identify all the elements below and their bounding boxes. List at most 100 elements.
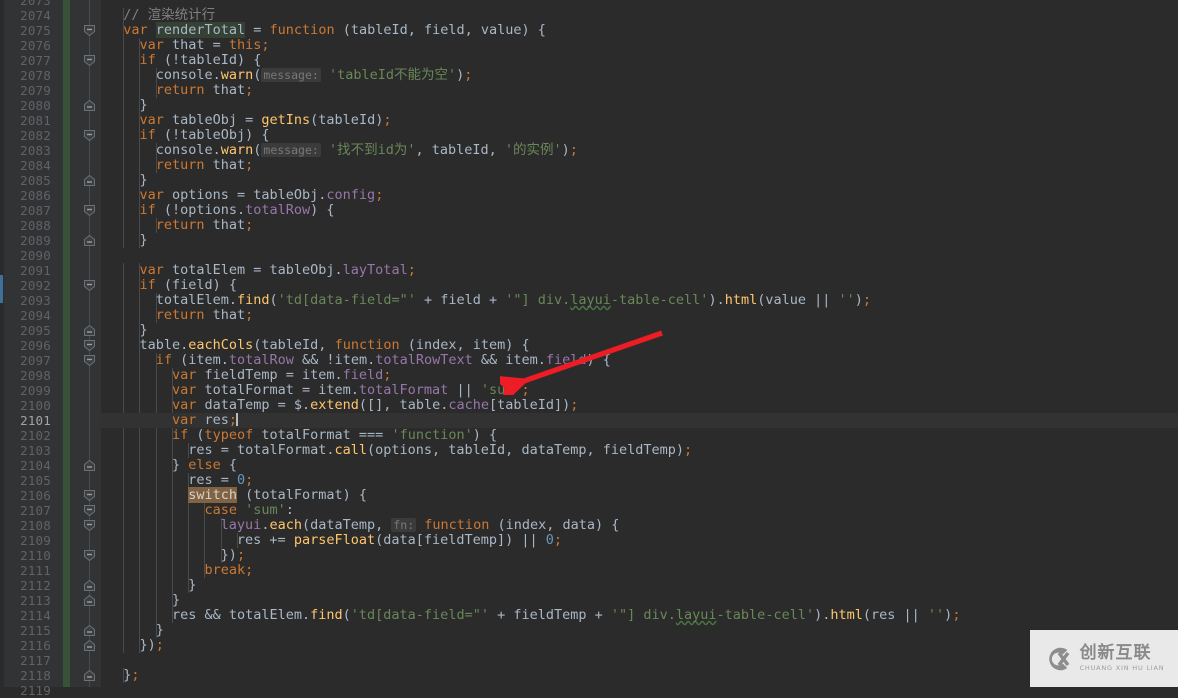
fold-marker[interactable] (82, 23, 97, 38)
code-line[interactable]: return that; (101, 83, 1178, 98)
fold-marker[interactable] (82, 353, 97, 368)
code-editor[interactable]: 2073 2074 2075 2076 2077 2078 2079 2080 2081 2082… (0, 0, 1178, 698)
code-line[interactable]: var that = this; (101, 38, 1178, 53)
code-line[interactable]: return that; (101, 308, 1178, 323)
code-line[interactable]: totalElem.find('td[data-field="' + field… (101, 293, 1178, 308)
code-line[interactable]: res += parseFloat(data[fieldTemp]) || 0; (101, 533, 1178, 548)
code-token: var (171, 397, 205, 413)
code-line[interactable]: layui.each(dataTemp, fn: function (index… (101, 518, 1178, 533)
code-token: return (155, 82, 205, 98)
code-line[interactable]: } else { (101, 458, 1178, 473)
code-line[interactable]: if (!options.totalRow) { (101, 203, 1178, 218)
fold-marker[interactable] (82, 578, 97, 593)
code-token: var (139, 187, 172, 203)
fold-marker[interactable] (82, 233, 97, 248)
fold-marker[interactable] (82, 278, 97, 293)
line-number: 2103 (20, 443, 51, 458)
code-line[interactable]: } (101, 623, 1178, 638)
code-line[interactable]: case 'sum': (101, 503, 1178, 518)
code-line[interactable]: if (item.totalRow && !item.totalRowText … (101, 353, 1178, 368)
code-line[interactable]: console.warn(message: 'tableId不能为空'); (101, 68, 1178, 83)
code-line[interactable]: var renderTotal = function (tableId, fie… (101, 22, 1178, 38)
code-token: var (139, 112, 172, 128)
code-token: fn: (391, 518, 417, 532)
code-line[interactable]: if (!tableObj) { (101, 128, 1178, 143)
code-token: }) (139, 637, 156, 653)
code-token: extend (310, 397, 359, 413)
code-token: (tableId, (253, 337, 335, 353)
code-line[interactable]: if (!tableId) { (101, 53, 1178, 68)
fold-marker[interactable] (82, 488, 97, 503)
code-line[interactable]: } (101, 98, 1178, 113)
code-token: else (188, 457, 221, 473)
fold-marker[interactable] (82, 458, 97, 473)
code-line[interactable] (101, 653, 1178, 668)
code-token: return (155, 157, 205, 173)
code-token: html (830, 607, 863, 623)
code-token: that (204, 82, 246, 98)
code-line[interactable] (101, 248, 1178, 263)
code-token: && !item. (293, 352, 376, 368)
code-line[interactable]: } (101, 578, 1178, 593)
fold-marker[interactable] (82, 203, 97, 218)
fold-marker[interactable] (82, 503, 97, 518)
code-token: totalFormat = item. (204, 382, 359, 398)
fold-marker[interactable] (82, 668, 97, 683)
code-token: (index, item) { (399, 337, 530, 353)
fold-marker[interactable] (82, 128, 97, 143)
line-number: 2087 (20, 203, 51, 218)
code-token: (field) { (155, 277, 238, 293)
fold-marker[interactable] (82, 98, 97, 113)
code-line[interactable]: }); (101, 638, 1178, 653)
editor-gutter[interactable]: 2073 2074 2075 2076 2077 2078 2079 2080 2081 2082… (0, 0, 117, 698)
code-token: 'td[data-field="' (277, 292, 416, 308)
code-line[interactable]: // 渲染统计行 (101, 8, 1178, 23)
line-number: 2111 (20, 563, 51, 578)
code-line[interactable]: console.warn(message: '找不到id为', tableId,… (101, 143, 1178, 158)
code-line[interactable]: var totalFormat = item.totalFormat || 's… (101, 383, 1178, 398)
code-token: ) (561, 142, 570, 158)
code-token: layui (675, 607, 717, 623)
code-line[interactable]: switch (totalFormat) { (101, 487, 1178, 503)
code-line[interactable] (101, 683, 1178, 687)
code-line[interactable]: if (typeof totalFormat === 'function') { (101, 428, 1178, 443)
code-token: } (171, 592, 181, 608)
fold-marker[interactable] (82, 323, 97, 338)
code-line[interactable]: break; (101, 563, 1178, 578)
code-line[interactable]: }); (101, 548, 1178, 563)
fold-marker[interactable] (82, 518, 97, 533)
code-line[interactable]: res && totalElem.find('td[data-field="' … (101, 608, 1178, 623)
code-viewport[interactable]: // 渲染统计行 var renderTotal = function (tabl… (101, 0, 1178, 687)
code-line[interactable]: }; (101, 668, 1178, 683)
code-line[interactable]: var totalElem = tableObj.layTotal; (101, 263, 1178, 278)
code-token: '' (838, 292, 855, 308)
code-line[interactable]: } (101, 323, 1178, 338)
fold-marker[interactable] (82, 548, 97, 563)
fold-marker[interactable] (82, 173, 97, 188)
code-line[interactable]: if (field) { (101, 278, 1178, 293)
code-token: (!tableObj) { (155, 127, 270, 143)
fold-marker[interactable] (82, 638, 97, 653)
code-line[interactable]: table.eachCols(tableId, function (index,… (101, 338, 1178, 353)
code-line[interactable]: } (101, 233, 1178, 248)
code-line[interactable]: } (101, 173, 1178, 188)
code-line[interactable]: } (101, 593, 1178, 608)
code-line[interactable]: var tableObj = getIns(tableId); (101, 113, 1178, 128)
code-line[interactable]: res = totalFormat.call(options, tableId,… (101, 443, 1178, 458)
code-token: eachCols (188, 337, 254, 353)
code-line[interactable]: return that; (101, 218, 1178, 233)
code-line[interactable]: var options = tableObj.config; (101, 188, 1178, 203)
fold-marker[interactable] (82, 338, 97, 353)
code-line[interactable]: return that; (101, 158, 1178, 173)
code-line[interactable]: res = 0; (101, 473, 1178, 488)
fold-marker[interactable] (82, 593, 97, 608)
vcs-change-bar[interactable] (63, 0, 70, 687)
code-token: -table-cell' (716, 607, 815, 623)
fold-marker[interactable] (82, 53, 97, 68)
code-token: totalElem = tableObj. (171, 262, 343, 278)
code-line[interactable]: var res; (101, 413, 1178, 428)
fold-marker[interactable] (82, 623, 97, 638)
code-line[interactable]: var dataTemp = $.extend([], table.cache[… (101, 398, 1178, 413)
code-line[interactable]: var fieldTemp = item.field; (101, 368, 1178, 383)
code-line[interactable] (101, 0, 1178, 8)
